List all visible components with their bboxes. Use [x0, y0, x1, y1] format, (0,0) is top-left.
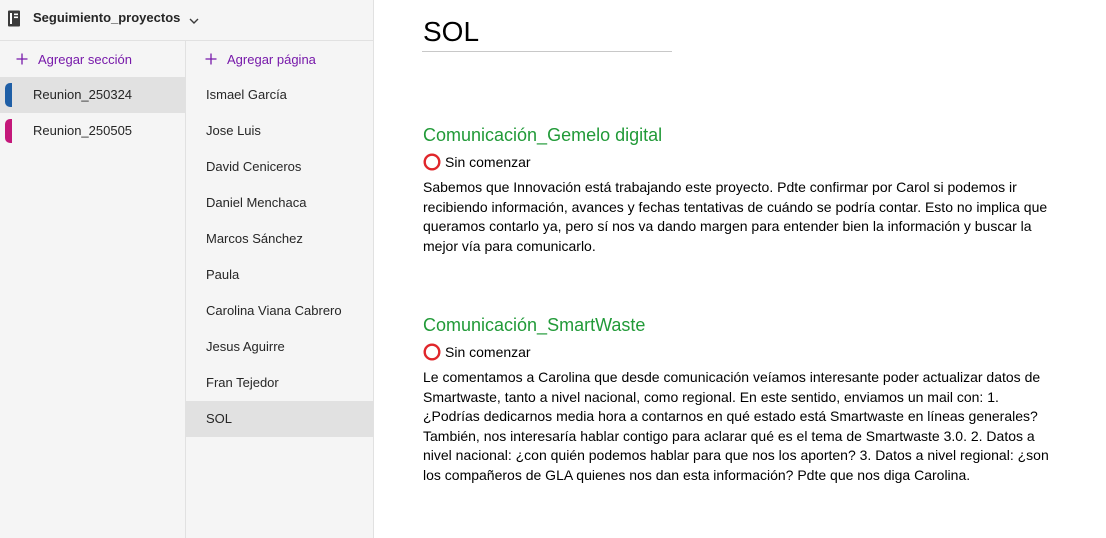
section-item-label: Reunion_250505 [33, 123, 133, 138]
note-body: Sabemos que Innovación está trabajando e… [423, 179, 1048, 254]
page-title[interactable]: SOL [423, 14, 479, 50]
page-item-label: Marcos Sánchez [206, 231, 303, 246]
note-heading: Comunicación_SmartWaste [423, 315, 646, 335]
add-page-label: Agregar página [227, 51, 316, 67]
add-page-button[interactable]: Agregar página [205, 48, 316, 70]
page-item[interactable]: Carolina Viana Cabrero [186, 293, 373, 329]
page-item[interactable]: Jose Luis [186, 113, 373, 149]
plus-icon [16, 53, 28, 65]
status-row: Sin comenzar [423, 342, 1051, 362]
page-item[interactable]: Ismael García [186, 77, 373, 113]
chevron-down-icon[interactable] [188, 13, 200, 24]
section-color-tab [5, 83, 12, 107]
page-item[interactable]: Paula [186, 257, 373, 293]
plus-icon [205, 53, 217, 65]
notebook-switcher[interactable]: Seguimiento_proyectos [0, 0, 373, 41]
note-block[interactable]: Comunicación_SmartWaste Sin comenzar Le … [423, 314, 1051, 486]
page-item-label: Daniel Menchaca [206, 195, 307, 210]
page-item-label: Paula [206, 267, 240, 282]
page-content[interactable]: SOL Comunicación_Gemelo digital Sin come… [374, 0, 1106, 538]
status-row: Sin comenzar [423, 152, 1051, 172]
note-body: Le comentamos a Carolina que desde comun… [423, 369, 1049, 483]
red-circle-icon [423, 343, 441, 361]
section-item-reunion-250324[interactable]: Reunion_250324 [0, 77, 185, 113]
page-item-label: SOL [206, 411, 233, 426]
title-underline [422, 51, 672, 52]
add-section-label: Agregar sección [38, 51, 132, 67]
status-label: Sin comenzar [445, 344, 531, 360]
page-item-label: Carolina Viana Cabrero [206, 303, 342, 318]
section-item-reunion-250505[interactable]: Reunion_250505 [0, 113, 185, 149]
onenote-window: Seguimiento_proyectos Agregar sección Ag… [0, 0, 1106, 538]
page-item-label: David Ceniceros [206, 159, 302, 174]
red-circle-icon [423, 153, 441, 171]
page-item-label: Jose Luis [206, 123, 261, 138]
page-item[interactable]: Jesus Aguirre [186, 329, 373, 365]
page-item-label: Jesus Aguirre [206, 339, 285, 354]
note-block[interactable]: Comunicación_Gemelo digital Sin comenzar… [423, 124, 1051, 256]
page-item-label: Ismael García [206, 87, 287, 102]
notebook-title: Seguimiento_proyectos [33, 10, 181, 25]
page-item[interactable]: Marcos Sánchez [186, 221, 373, 257]
status-label: Sin comenzar [445, 154, 531, 170]
page-item[interactable]: David Ceniceros [186, 149, 373, 185]
note-heading: Comunicación_Gemelo digital [423, 125, 663, 145]
page-item[interactable]: Daniel Menchaca [186, 185, 373, 221]
section-item-label: Reunion_250324 [33, 87, 133, 102]
add-section-button[interactable]: Agregar sección [16, 48, 132, 70]
page-item-label: Fran Tejedor [206, 375, 279, 390]
page-item-selected[interactable]: SOL [186, 401, 373, 437]
section-color-tab [5, 119, 12, 143]
notebook-icon [7, 10, 21, 27]
page-item[interactable]: Fran Tejedor [186, 365, 373, 401]
